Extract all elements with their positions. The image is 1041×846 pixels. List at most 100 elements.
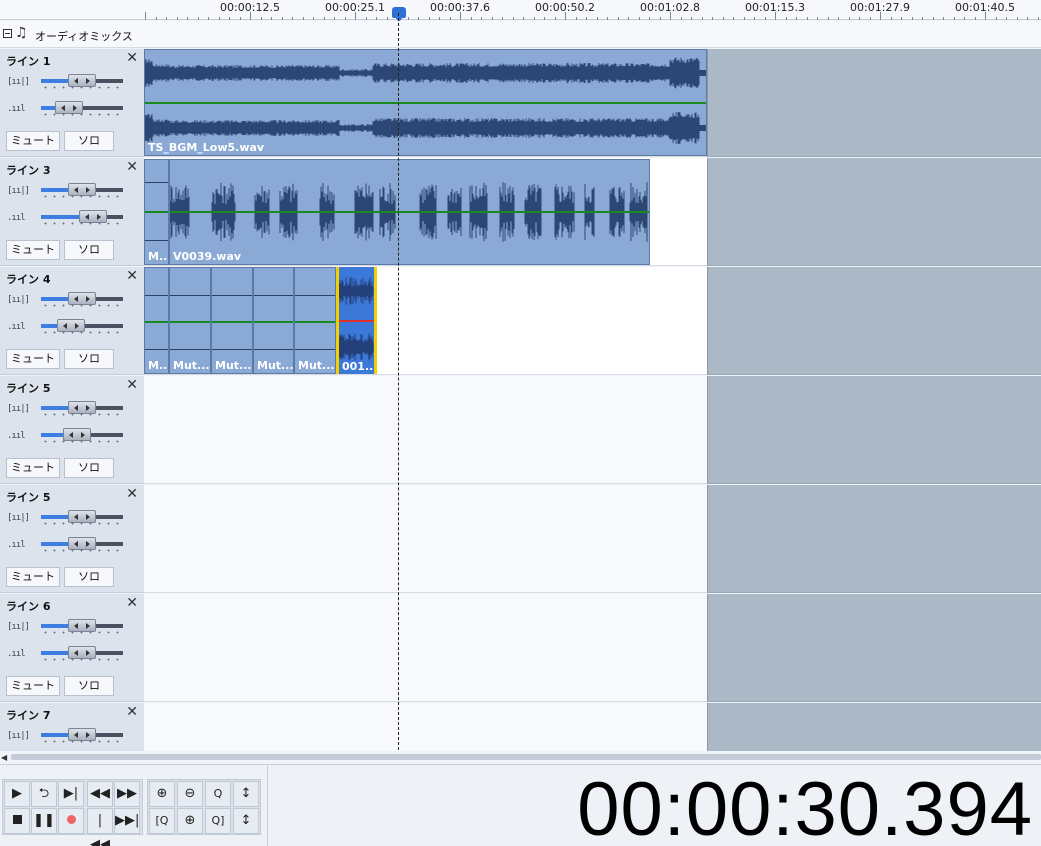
rewind-icon[interactable]: ◀◀ xyxy=(87,781,113,807)
audio-clip[interactable]: M.. xyxy=(144,159,169,265)
volume-envelope[interactable] xyxy=(145,321,168,323)
horizontal-scrollbar[interactable]: ◀ xyxy=(0,751,1041,763)
volume-slider[interactable] xyxy=(41,400,123,416)
pan-slider[interactable] xyxy=(41,427,123,443)
close-icon[interactable]: ✕ xyxy=(126,704,138,720)
pause-icon[interactable]: ❚❚ xyxy=(31,808,57,834)
audio-clip[interactable]: Mut... xyxy=(211,267,253,374)
zoom-100-icon[interactable]: Q xyxy=(205,781,231,807)
audio-clip[interactable]: V0039.wav xyxy=(169,159,650,265)
out-of-range-area xyxy=(707,594,1041,702)
audio-clip[interactable]: Mut... xyxy=(169,267,211,374)
pan-slider[interactable] xyxy=(41,209,123,225)
volume-slider[interactable] xyxy=(41,73,123,89)
track-header: ライン 5 ✕ [ıı|] .ııl ミュート ソロ xyxy=(0,485,144,593)
solo-button[interactable]: ソロ xyxy=(64,676,114,696)
collapse-box-icon[interactable] xyxy=(3,29,12,38)
pan-slider[interactable] xyxy=(41,536,123,552)
volume-envelope[interactable] xyxy=(339,320,374,322)
clip-label: TS_BGM_Low5.wav xyxy=(148,141,265,154)
pan-slider[interactable] xyxy=(41,318,123,334)
zoom-selection-icon[interactable]: ⊕ xyxy=(177,808,203,834)
track-lane[interactable]: TS_BGM_Low5.wav xyxy=(144,49,707,157)
zoom-out-icon[interactable]: ⊖ xyxy=(177,781,203,807)
volume-slider[interactable] xyxy=(41,291,123,307)
playhead-handle[interactable] xyxy=(392,7,406,22)
track-lane[interactable] xyxy=(144,485,707,593)
close-icon[interactable]: ✕ xyxy=(126,595,138,611)
ruler-tick xyxy=(460,12,461,20)
close-icon[interactable]: ✕ xyxy=(126,486,138,502)
pan-slider[interactable] xyxy=(41,100,123,116)
solo-button[interactable]: ソロ xyxy=(64,458,114,478)
volume-envelope[interactable] xyxy=(212,321,252,323)
stop-icon[interactable] xyxy=(4,808,30,834)
track-row: ライン 6 ✕ [ıı|] .ııl ミュート ソロ xyxy=(0,594,1041,703)
timeline-ruler[interactable]: 00:00:12.5 00:00:25.1 00:00:37.6 00:00:5… xyxy=(0,0,1041,22)
zoom-vertical-fit-icon[interactable]: ↕ xyxy=(233,808,259,834)
mute-button[interactable]: ミュート xyxy=(6,131,60,151)
close-icon[interactable]: ✕ xyxy=(126,268,138,284)
next-marker-icon[interactable]: ▶| xyxy=(58,781,84,807)
fast-forward-icon[interactable]: ▶▶ xyxy=(114,781,140,807)
audio-clip[interactable]: Mut... xyxy=(294,267,336,374)
solo-button[interactable]: ソロ xyxy=(64,131,114,151)
volume-envelope[interactable] xyxy=(170,211,649,213)
ruler-tick xyxy=(544,17,545,20)
volume-envelope[interactable] xyxy=(145,211,168,213)
track-lane[interactable] xyxy=(144,594,707,702)
close-icon[interactable]: ✕ xyxy=(126,377,138,393)
volume-envelope[interactable] xyxy=(145,102,706,104)
mute-button[interactable]: ミュート xyxy=(6,567,60,587)
volume-icon: [ıı|] xyxy=(7,186,30,196)
clip-label: Mut... xyxy=(257,359,294,372)
mute-button[interactable]: ミュート xyxy=(6,676,60,696)
go-to-end-icon[interactable]: ▶▶| xyxy=(114,808,140,834)
ruler-tick xyxy=(838,17,839,20)
solo-button[interactable]: ソロ xyxy=(64,240,114,260)
record-icon[interactable] xyxy=(58,808,84,834)
ruler-tick xyxy=(712,17,713,20)
mute-button[interactable]: ミュート xyxy=(6,240,60,260)
zoom-fit-left-icon[interactable]: [Q xyxy=(149,808,175,834)
ruler-tick xyxy=(911,17,913,20)
volume-envelope[interactable] xyxy=(295,321,335,323)
solo-button[interactable]: ソロ xyxy=(64,567,114,587)
close-icon[interactable]: ✕ xyxy=(126,50,138,66)
ruler-tick xyxy=(722,17,724,20)
audio-clip[interactable]: M.. xyxy=(144,267,169,374)
volume-slider[interactable] xyxy=(41,509,123,525)
ruler-tick xyxy=(880,12,881,20)
mute-button[interactable]: ミュート xyxy=(6,349,60,369)
volume-icon: [ıı|] xyxy=(7,513,30,523)
track-header: ライン 7 ✕ [ıı|] xyxy=(0,703,144,751)
solo-button[interactable]: ソロ xyxy=(64,349,114,369)
go-to-start-icon[interactable]: |◀◀ xyxy=(87,808,113,846)
track-lane[interactable]: M.. V0039.wav xyxy=(144,158,707,266)
audio-clip[interactable]: Mut... xyxy=(253,267,294,374)
volume-envelope[interactable] xyxy=(254,321,293,323)
out-of-range-area xyxy=(707,267,1041,375)
play-icon[interactable]: ▶ xyxy=(4,781,30,807)
track-lane[interactable]: M.. Mut... Mut... Mut... Mut... 001... xyxy=(144,267,707,375)
ruler-tick xyxy=(932,17,934,20)
volume-envelope[interactable] xyxy=(170,321,210,323)
track-lane[interactable] xyxy=(144,376,707,484)
volume-slider[interactable] xyxy=(41,182,123,198)
selected-audio-clip[interactable]: 001... xyxy=(336,267,377,374)
volume-slider[interactable] xyxy=(41,727,123,743)
ruler-tick xyxy=(617,17,619,20)
pan-slider[interactable] xyxy=(41,645,123,661)
zoom-in-icon[interactable]: ⊕ xyxy=(149,781,175,807)
zoom-vertical-icon[interactable]: ↕ xyxy=(233,781,259,807)
close-icon[interactable]: ✕ xyxy=(126,159,138,175)
audio-clip[interactable]: TS_BGM_Low5.wav xyxy=(144,49,707,156)
volume-slider[interactable] xyxy=(41,618,123,634)
zoom-fit-right-icon[interactable]: Q] xyxy=(205,808,231,834)
mute-button[interactable]: ミュート xyxy=(6,458,60,478)
loop-icon[interactable]: ⮌ xyxy=(31,781,57,807)
scrollbar-thumb[interactable] xyxy=(11,754,1041,760)
scroll-left-icon[interactable]: ◀ xyxy=(1,753,7,762)
clip-label: Mut... xyxy=(173,359,210,372)
track-lane[interactable] xyxy=(144,703,707,751)
